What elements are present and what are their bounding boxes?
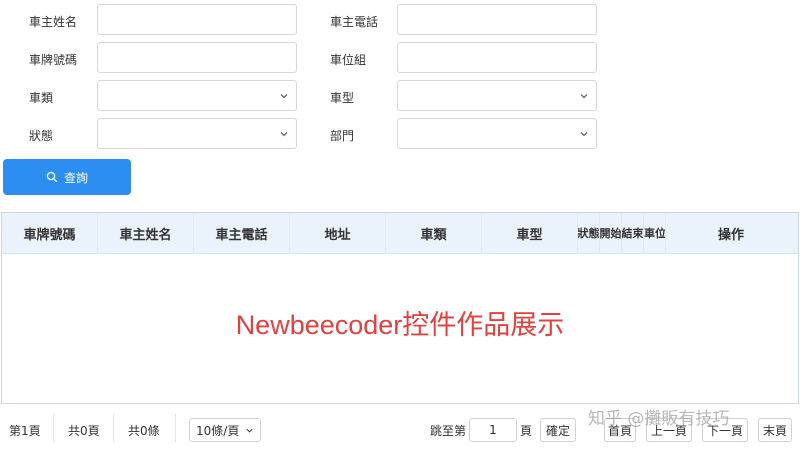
jump-page-input[interactable]: 1 (469, 418, 517, 442)
query-button[interactable]: 查詢 (3, 159, 131, 195)
chevron-down-icon (280, 132, 288, 137)
last-page-button[interactable]: 末頁 (758, 418, 792, 442)
query-button-label: 查詢 (63, 170, 88, 185)
column-header-owner-phone[interactable]: 車主電話 (194, 213, 290, 253)
total-items-text: 共0條 (128, 424, 160, 438)
chevron-down-icon (580, 132, 588, 137)
column-header-vehicle-category[interactable]: 車類 (386, 213, 482, 253)
column-header-end[interactable]: 結束 (622, 213, 644, 253)
zhihu-watermark: 知乎 @攤販有技巧 (588, 409, 730, 429)
table-header: 車牌號碼 車主姓名 車主電話 地址 車類 車型 狀態 開始 結束 車位餘額 操作 (2, 213, 798, 254)
demo-watermark: Newbeecoder控件作品展示 (235, 310, 565, 340)
divider (113, 414, 114, 442)
vehicle-model-select[interactable] (397, 80, 597, 111)
plate-field[interactable] (97, 42, 297, 73)
search-icon (46, 171, 58, 183)
vehicle-category-select[interactable] (97, 80, 297, 111)
column-header-actions: 操作 (717, 227, 744, 243)
parking-group-label: 車位組 (330, 53, 367, 67)
owner-phone-input[interactable] (398, 5, 596, 34)
owner-name-field[interactable] (97, 4, 297, 35)
jump-to-label: 跳至第 (430, 424, 467, 438)
column-header-address[interactable]: 地址 (290, 213, 386, 253)
total-pages-text: 共0頁 (68, 424, 100, 438)
department-select[interactable] (397, 118, 597, 149)
owner-phone-field[interactable] (397, 4, 597, 35)
data-grid: 車牌號碼 車主姓名 車主電話 地址 車類 車型 狀態 開始 結束 車位餘額 操作… (1, 212, 799, 404)
page-size-select[interactable]: 10條/頁 (189, 418, 261, 442)
column-header-space-balance[interactable]: 車位餘額 (644, 213, 666, 253)
status-label: 狀態 (29, 129, 54, 143)
column-header-status[interactable]: 狀態 (578, 213, 600, 253)
owner-phone-label: 車主電話 (330, 15, 379, 29)
plate-input[interactable] (98, 43, 296, 72)
chevron-down-icon (246, 428, 253, 433)
column-header-start[interactable]: 開始 (600, 213, 622, 253)
parking-group-field[interactable] (397, 42, 597, 73)
divider (53, 414, 54, 442)
column-header-owner-name[interactable]: 車主姓名 (98, 213, 194, 253)
plate-label: 車牌號碼 (29, 53, 78, 67)
jump-page-value: 1 (489, 423, 497, 437)
page-size-value: 10條/頁 (196, 423, 240, 438)
current-page-text: 第1頁 (9, 424, 41, 438)
vehicle-model-label: 車型 (330, 91, 355, 105)
status-select[interactable] (97, 118, 297, 149)
chevron-down-icon (580, 94, 588, 99)
parking-group-input[interactable] (398, 43, 596, 72)
department-label: 部門 (330, 129, 355, 143)
column-header-plate[interactable]: 車牌號碼 (2, 213, 98, 253)
chevron-down-icon (280, 94, 288, 99)
column-header-vehicle-model[interactable]: 車型 (482, 213, 578, 253)
owner-name-label: 車主姓名 (29, 15, 78, 29)
owner-name-input[interactable] (98, 5, 296, 34)
vehicle-category-label: 車類 (29, 91, 54, 105)
divider (175, 414, 176, 442)
page-unit-label: 頁 (520, 424, 533, 438)
confirm-jump-button[interactable]: 確定 (540, 418, 576, 442)
